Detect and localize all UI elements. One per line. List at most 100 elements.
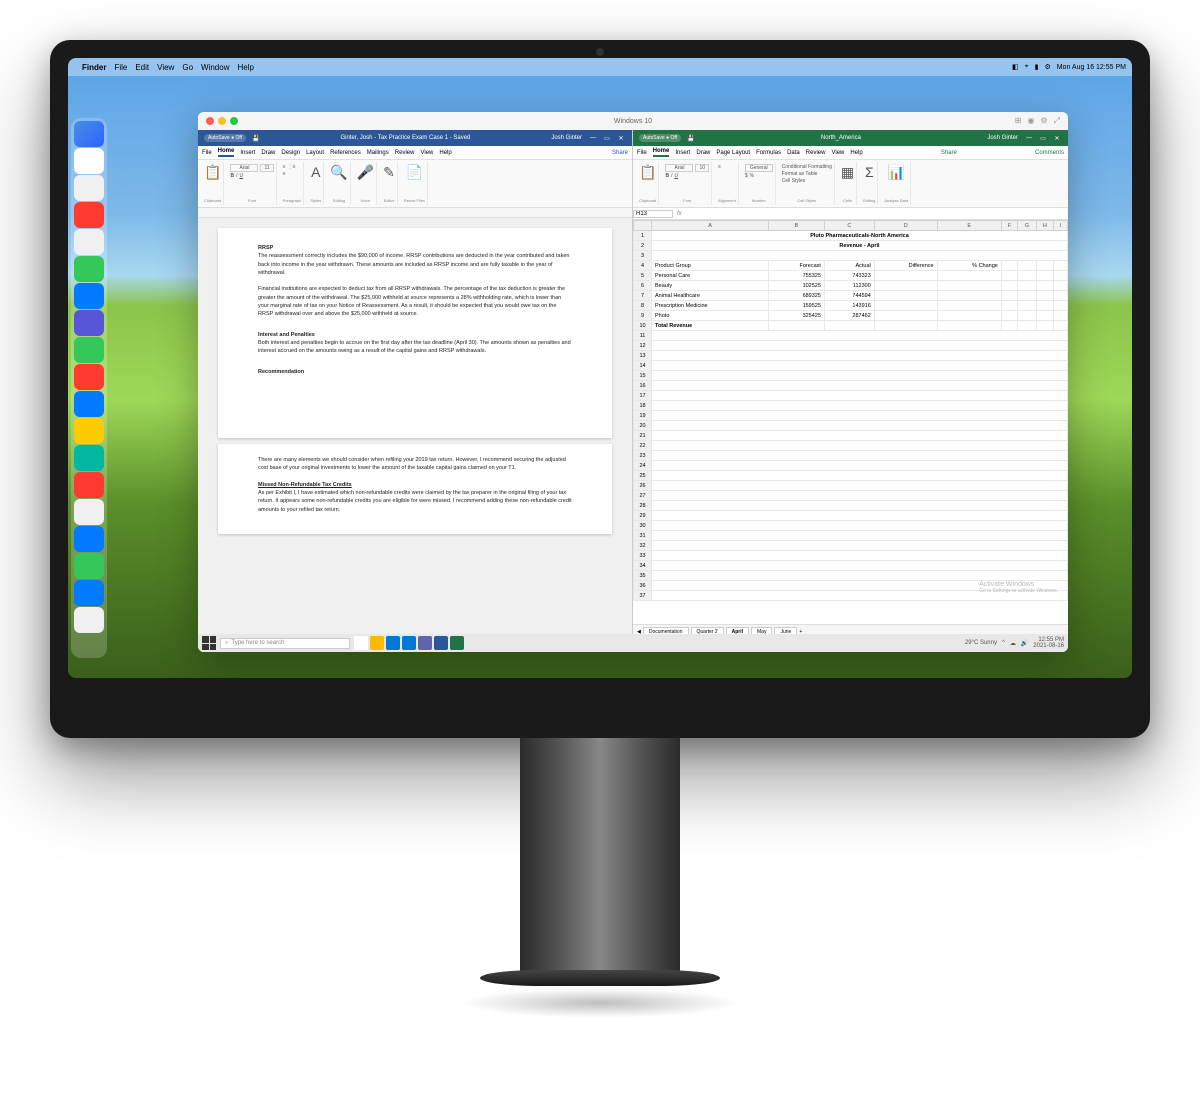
dock-app[interactable] [74,499,104,525]
save-icon[interactable]: 💾 [687,135,694,142]
taskbar-excel[interactable] [450,636,464,650]
tab-design[interactable]: Design [281,150,300,156]
toolbar-icon[interactable]: ◉ [1027,116,1034,126]
cell[interactable]: 325425 [769,311,825,321]
minimize-button[interactable]: — [1024,135,1034,142]
vm-titlebar[interactable]: Windows 10 ⊞ ◉ ⚙ ⤢ [198,112,1068,130]
tab-data[interactable]: Data [787,150,800,156]
tab-draw[interactable]: Draw [696,150,710,156]
header-cell[interactable]: Difference [874,261,937,271]
cell[interactable]: 744594 [824,291,874,301]
maximize-icon[interactable] [230,117,238,125]
title-cell[interactable]: Pluto Pharmaceuticals-North America [652,231,1068,241]
dock-trash[interactable] [74,607,104,633]
save-icon[interactable]: 💾 [252,135,259,142]
cell-styles[interactable]: Cell Styles [782,178,832,184]
close-button[interactable]: ✕ [1052,135,1062,142]
menu-help[interactable]: Help [237,63,253,72]
list-icon[interactable]: ⋮≡ [288,164,296,170]
cell[interactable]: Beauty [652,281,769,291]
menu-edit[interactable]: Edit [135,63,149,72]
dock-app[interactable] [74,175,104,201]
tab-home[interactable]: Home [218,148,235,157]
page-2[interactable]: There are many elements we should consid… [218,444,612,534]
align-icon[interactable]: ≡ [283,171,286,177]
excel-titlebar[interactable]: AutoSave ● Off 💾 North_America Josh Gint… [633,130,1068,146]
cell[interactable]: 287462 [824,311,874,321]
autosave-toggle[interactable]: AutoSave ● Off [204,134,246,142]
dock-app[interactable] [74,445,104,471]
maximize-button[interactable]: ▭ [602,135,612,142]
subtitle-cell[interactable]: Revenue - April [652,241,1068,251]
tab-home[interactable]: Home [653,148,670,157]
dock-app[interactable] [74,202,104,228]
maximize-button[interactable]: ▭ [1038,135,1048,142]
tab-review[interactable]: Review [806,150,826,156]
list-icon[interactable]: ≡ [283,164,286,170]
toolbar-icon[interactable]: ⤢ [1054,116,1060,126]
menu-file[interactable]: File [114,63,127,72]
cell[interactable]: 159525 [769,301,825,311]
paste-icon[interactable]: 📋 [639,164,656,181]
share-button[interactable]: Share [612,150,628,156]
editor-icon[interactable]: ✎ [383,164,395,181]
cell[interactable]: 102525 [769,281,825,291]
ruler[interactable] [198,208,632,218]
tab-pagelayout[interactable]: Page Layout [716,150,750,156]
cell[interactable]: 743323 [824,271,874,281]
cell[interactable]: 143916 [824,301,874,311]
dock-app[interactable] [74,391,104,417]
close-icon[interactable] [206,117,214,125]
user-name[interactable]: Josh Ginter [551,135,582,141]
tab-insert[interactable]: Insert [240,150,255,156]
cell[interactable]: 755325 [769,271,825,281]
taskbar-edge[interactable] [386,636,400,650]
user-name[interactable]: Josh Ginter [987,135,1018,141]
tab-review[interactable]: Review [395,150,415,156]
tab-layout[interactable]: Layout [306,150,324,156]
minimize-button[interactable]: — [588,135,598,142]
dock-excel[interactable] [74,553,104,579]
font-select[interactable]: Arial [665,164,693,172]
tab-insert[interactable]: Insert [675,150,690,156]
italic-button[interactable]: I [671,173,672,179]
underline-button[interactable]: U [239,173,243,179]
cell[interactable]: 112300 [824,281,874,291]
taskbar-app[interactable] [354,636,368,650]
dock-app[interactable] [74,337,104,363]
header-cell[interactable]: % Change [937,261,1001,271]
underline-button[interactable]: U [674,173,678,179]
comments-button[interactable]: Comments [1035,150,1064,156]
dock-app[interactable] [74,364,104,390]
taskbar-app[interactable] [370,636,384,650]
tab-draw[interactable]: Draw [261,150,275,156]
control-center-icon[interactable]: ⚙ [1044,63,1050,71]
start-button[interactable] [202,636,216,650]
dictate-icon[interactable]: 🎤 [357,164,374,181]
bold-button[interactable]: B [230,173,234,179]
editing-icon[interactable]: Σ [863,164,875,180]
cell[interactable]: 689325 [769,291,825,301]
tab-help[interactable]: Help [850,150,862,156]
taskbar-word[interactable] [434,636,448,650]
dock-finder[interactable] [74,121,104,147]
tab-file[interactable]: File [202,150,212,156]
menu-go[interactable]: Go [182,63,193,72]
font-size[interactable]: 10 [695,164,709,172]
cells-icon[interactable]: ▦ [841,164,854,181]
bluetooth-icon[interactable]: ⌖ [1025,63,1029,71]
battery-icon[interactable]: ▮ [1035,63,1039,71]
close-button[interactable]: ✕ [616,135,626,142]
clock[interactable]: Mon Aug 16 12:55 PM [1057,64,1126,71]
font-size[interactable]: 11 [260,164,273,172]
header-cell[interactable]: Actual [824,261,874,271]
cell[interactable]: Animal Healthcare [652,291,769,301]
format-as-table[interactable]: Format as Table [782,171,832,177]
editing-icon[interactable]: 🔍 [330,164,347,181]
page-1[interactable]: RRSP The reassessment correctly includes… [218,228,612,438]
word-titlebar[interactable]: AutoSave ● Off 💾 Ginter, Josh - Tax Prac… [198,130,632,146]
dock-app[interactable] [74,229,104,255]
taskbar-app[interactable] [402,636,416,650]
font-select[interactable]: Arial [230,164,258,172]
menubar-app[interactable]: Finder [82,63,106,72]
